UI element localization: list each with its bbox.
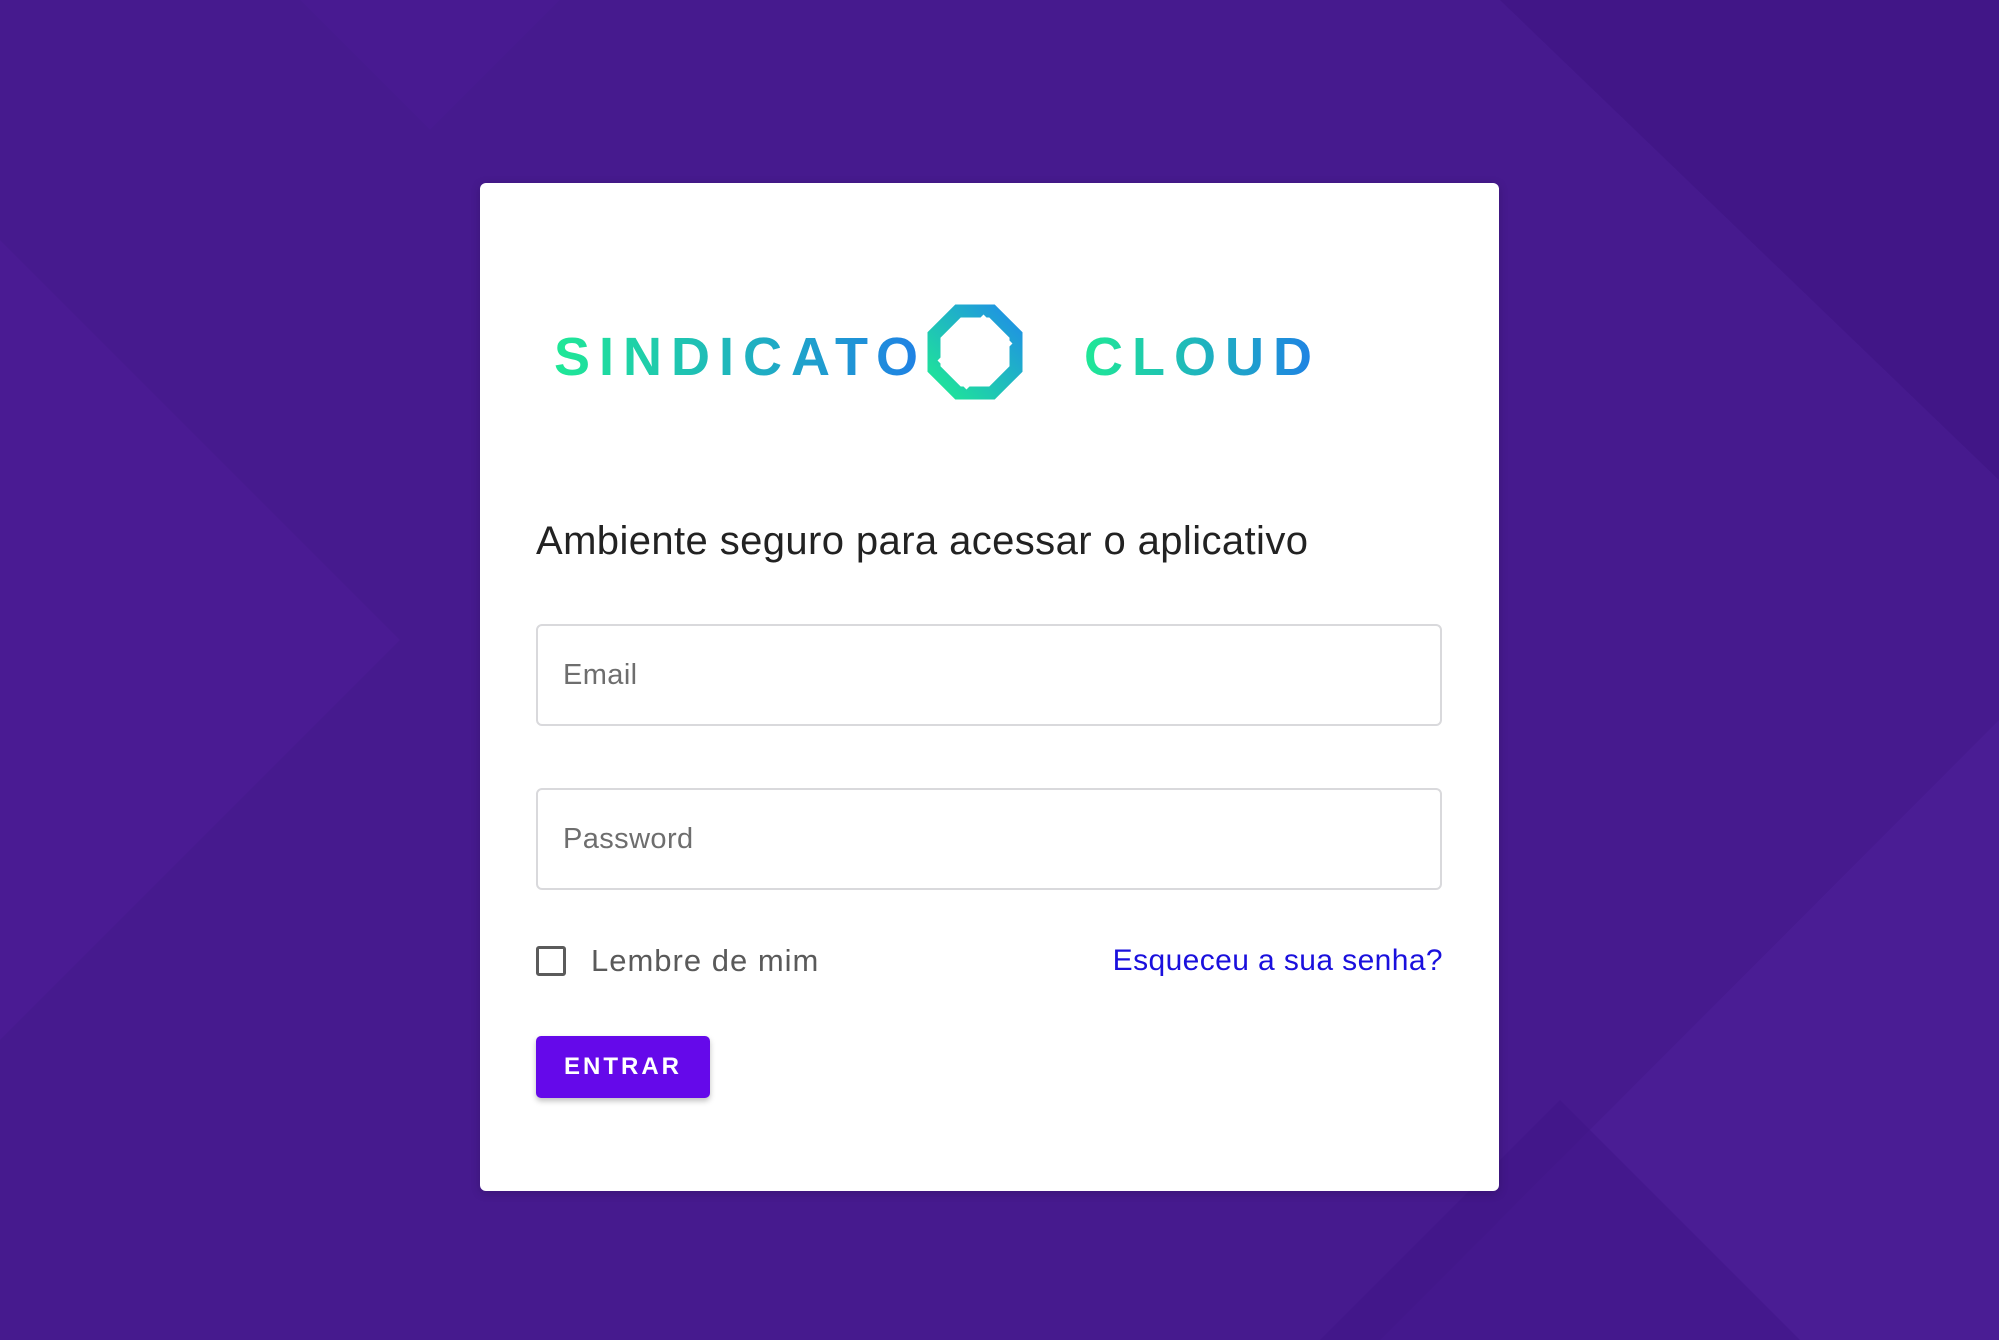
login-card: SINDICATO CLOUD Ambiente seguro para ace…	[480, 183, 1499, 1191]
remember-me-label: Lembre de mim	[591, 943, 820, 978]
sindicato-cloud-logo: SINDICATO CLOUD	[554, 303, 1354, 403]
remember-me-checkbox[interactable]	[536, 946, 566, 976]
remember-me-toggle[interactable]: Lembre de mim	[536, 941, 819, 981]
page-heading: Ambiente seguro para acessar o aplicativ…	[536, 519, 1309, 563]
login-button[interactable]: ENTRAR	[536, 1036, 710, 1098]
email-field-box	[536, 624, 1442, 726]
password-input[interactable]	[538, 790, 1440, 888]
email-input[interactable]	[538, 626, 1440, 724]
password-field-box	[536, 788, 1442, 890]
logo-text-sindicato: SINDICATO	[554, 327, 927, 387]
forgot-password-link[interactable]: Esqueceu a sua senha?	[1113, 941, 1443, 981]
logo-text-cloud: CLOUD	[1084, 327, 1321, 387]
logo-mark-icon	[927, 304, 1023, 400]
